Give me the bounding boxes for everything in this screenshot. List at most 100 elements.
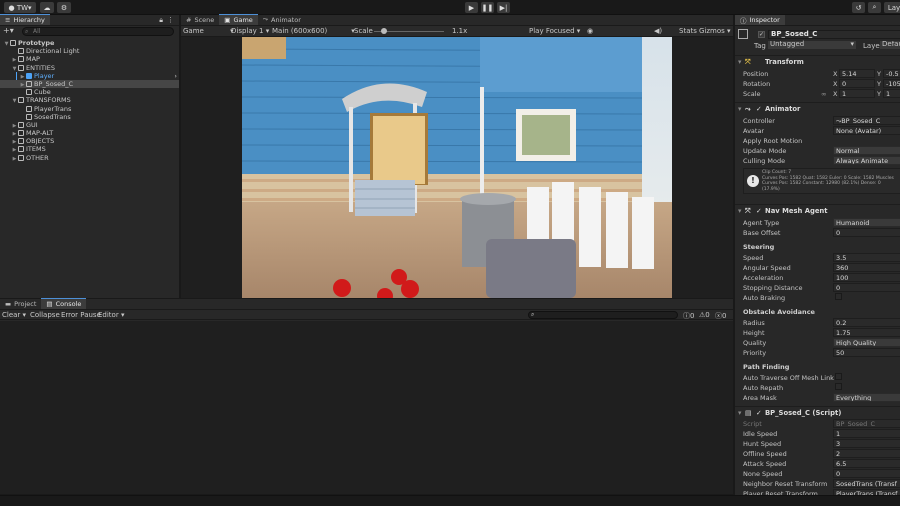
collab-icon[interactable]: ⚙ bbox=[57, 2, 71, 13]
hierarchy-item[interactable]: ▼ Prototype bbox=[0, 39, 179, 47]
active-checkbox[interactable]: ✓ bbox=[758, 31, 765, 38]
idle-speed-field[interactable]: Idle Speed 1 bbox=[743, 429, 900, 439]
radius-field[interactable]: Radius 0.2 bbox=[743, 318, 900, 328]
priority-field[interactable]: Priority 50 bbox=[743, 348, 900, 358]
script-header[interactable]: ▾ ▤ ✓ BP_Sosed_C (Script) bbox=[735, 406, 900, 418]
rotation-x-input[interactable]: 0 bbox=[839, 79, 875, 88]
speed-field[interactable]: Speed 3.5 bbox=[743, 253, 900, 263]
log-count[interactable]: ⓘ0 bbox=[683, 311, 694, 321]
add-icon[interactable]: +▾ bbox=[3, 26, 14, 35]
checkbox[interactable] bbox=[835, 293, 842, 300]
warning-count[interactable]: ⚠0 bbox=[699, 311, 710, 319]
chevron-right-icon[interactable]: › bbox=[174, 72, 177, 80]
hierarchy-item[interactable]: ▼ TRANSFORMS bbox=[0, 96, 179, 104]
auto-traverse-toggle[interactable]: Auto Traverse Off Mesh Link bbox=[743, 373, 900, 383]
position-y-input[interactable]: -0.5 bbox=[883, 69, 900, 78]
mute-audio-icon[interactable]: ◉ bbox=[587, 27, 593, 35]
position-field[interactable]: Position X 5.14 Y -0.5 bbox=[743, 69, 900, 79]
controller-field[interactable]: Controller ⤳BP_Sosed_C bbox=[743, 116, 900, 126]
hierarchy-item[interactable]: ▶ MAP-ALT bbox=[0, 129, 179, 137]
stopping-distance-field[interactable]: Stopping Distance 0 bbox=[743, 283, 900, 293]
menu-icon[interactable]: ⋮ bbox=[167, 16, 174, 24]
animator-enabled-check[interactable]: ✓ bbox=[756, 105, 762, 113]
navmesh-header[interactable]: ▾ ⤧ ✓ Nav Mesh Agent bbox=[735, 204, 900, 216]
error-count[interactable]: ⓧ0 bbox=[715, 311, 726, 321]
layout-dropdown[interactable]: Lay bbox=[884, 2, 900, 13]
hierarchy-item[interactable]: ▼ ENTITIES bbox=[0, 64, 179, 72]
foldout-arrow-icon[interactable]: ▶ bbox=[11, 155, 18, 163]
neighbor-reset-field[interactable]: Neighbor Reset Transform SosedTrans (Tran… bbox=[743, 479, 900, 489]
scale-slider-handle[interactable] bbox=[381, 28, 387, 34]
position-x-input[interactable]: 5.14 bbox=[839, 69, 875, 78]
speaker-icon[interactable]: ◀) bbox=[654, 27, 662, 35]
auto-repath-toggle[interactable]: Auto Repath bbox=[743, 383, 900, 393]
script-enabled-check[interactable]: ✓ bbox=[756, 409, 762, 417]
tab-game[interactable]: ▣ Game bbox=[219, 14, 258, 25]
console-search-input[interactable]: ⌕ bbox=[528, 311, 678, 319]
pause-button[interactable]: ❚❚ bbox=[481, 2, 494, 13]
hierarchy-item[interactable]: ▶ BP_Sosed_C bbox=[0, 79, 179, 89]
game-view-dropdown[interactable]: Game ▾ bbox=[183, 27, 234, 35]
hierarchy-item[interactable]: ▶ MAP bbox=[0, 55, 179, 63]
tab-scene[interactable]: # Scene bbox=[181, 14, 219, 25]
update-mode-dropdown[interactable]: Update Mode Normal bbox=[743, 146, 900, 156]
lock-icon[interactable]: 🔒︎ bbox=[159, 16, 163, 25]
hierarchy-item[interactable]: Directional Light bbox=[0, 47, 179, 55]
none-speed-field[interactable]: None Speed 0 bbox=[743, 469, 900, 479]
hierarchy-item[interactable]: ▶ OTHER bbox=[0, 154, 179, 162]
layer-dropdown[interactable]: Default bbox=[880, 41, 900, 49]
rotation-field[interactable]: Rotation X 0 Y -105 bbox=[743, 79, 900, 89]
link-icon[interactable]: ∞ bbox=[821, 90, 826, 98]
auto-braking-toggle[interactable]: Auto Braking bbox=[743, 293, 900, 303]
play-focused-dropdown[interactable]: Play Focused ▾ bbox=[529, 27, 580, 35]
hierarchy-item[interactable]: SosedTrans bbox=[0, 113, 179, 121]
error-pause-button[interactable]: Error Pause bbox=[61, 311, 101, 319]
transform-header[interactable]: ▾ ⤧ Transform bbox=[735, 55, 900, 67]
tab-animator[interactable]: ⤳ Animator bbox=[258, 14, 306, 25]
hunt-speed-field[interactable]: Hunt Speed 3 bbox=[743, 439, 900, 449]
collapse-button[interactable]: Collapse bbox=[30, 311, 60, 319]
step-button[interactable]: ▶| bbox=[497, 2, 510, 13]
display-dropdown[interactable]: Display 1 ▾ bbox=[231, 27, 269, 35]
resolution-dropdown[interactable]: Main (600x600) ▾ bbox=[272, 27, 355, 35]
hierarchy-item[interactable]: ▶ OBJECTS bbox=[0, 137, 179, 145]
avatar-field[interactable]: Avatar None (Avatar) bbox=[743, 126, 900, 136]
area-mask-dropdown[interactable]: Area Mask Everything bbox=[743, 393, 900, 403]
hierarchy-item[interactable]: Cube bbox=[0, 88, 179, 96]
hierarchy-item[interactable]: PlayerTrans bbox=[0, 105, 179, 113]
cloud-icon[interactable]: ☁ bbox=[40, 2, 54, 13]
tab-project[interactable]: ▬ Project bbox=[0, 298, 41, 309]
checkbox[interactable] bbox=[835, 373, 842, 380]
tag-dropdown[interactable]: Untagged ▾ bbox=[768, 41, 856, 49]
scale-y-input[interactable]: 1 bbox=[883, 89, 900, 98]
agent-type-dropdown[interactable]: Agent Type Humanoid bbox=[743, 218, 900, 228]
culling-mode-dropdown[interactable]: Culling Mode Always Animate bbox=[743, 156, 900, 166]
height-field[interactable]: Height 1.75 bbox=[743, 328, 900, 338]
attack-speed-field[interactable]: Attack Speed 6.5 bbox=[743, 459, 900, 469]
scale-field[interactable]: Scale ∞ X 1 Y 1 bbox=[743, 89, 900, 99]
editor-dropdown[interactable]: Editor ▾ bbox=[98, 311, 124, 319]
offline-speed-field[interactable]: Offline Speed 2 bbox=[743, 449, 900, 459]
navmesh-enabled-check[interactable]: ✓ bbox=[756, 207, 762, 215]
history-icon[interactable]: ↺ bbox=[852, 2, 865, 13]
tab-inspector[interactable]: ⓘ Inspector bbox=[735, 15, 785, 25]
script-field[interactable]: Script BP_Sosed_C bbox=[743, 419, 900, 429]
apply-root-motion-field[interactable]: Apply Root Motion bbox=[743, 136, 900, 146]
hierarchy-item[interactable]: ▶ GUI bbox=[0, 121, 179, 129]
game-viewport[interactable] bbox=[242, 37, 672, 298]
acceleration-field[interactable]: Acceleration 100 bbox=[743, 273, 900, 283]
account-button[interactable]: ● TW ▾ bbox=[4, 2, 36, 13]
rotation-y-input[interactable]: -105 bbox=[883, 79, 900, 88]
checkbox[interactable] bbox=[835, 383, 842, 390]
tab-console[interactable]: ▤ Console bbox=[41, 298, 87, 309]
angular-speed-field[interactable]: Angular Speed 360 bbox=[743, 263, 900, 273]
gizmos-dropdown[interactable]: Gizmos ▾ bbox=[699, 27, 731, 35]
object-name-input[interactable]: BP_Sosed_C bbox=[768, 30, 900, 39]
hierarchy-search-input[interactable]: ⌕ All bbox=[22, 27, 174, 36]
search-icon[interactable]: ⌕ bbox=[868, 2, 881, 13]
hierarchy-item[interactable]: ▶ ITEMS bbox=[0, 145, 179, 153]
play-button[interactable]: ▶ bbox=[465, 2, 478, 13]
animator-header[interactable]: ▾ ⤳ ✓ Animator bbox=[735, 102, 900, 114]
quality-dropdown[interactable]: Quality High Quality bbox=[743, 338, 900, 348]
console-log-area[interactable] bbox=[0, 321, 733, 494]
